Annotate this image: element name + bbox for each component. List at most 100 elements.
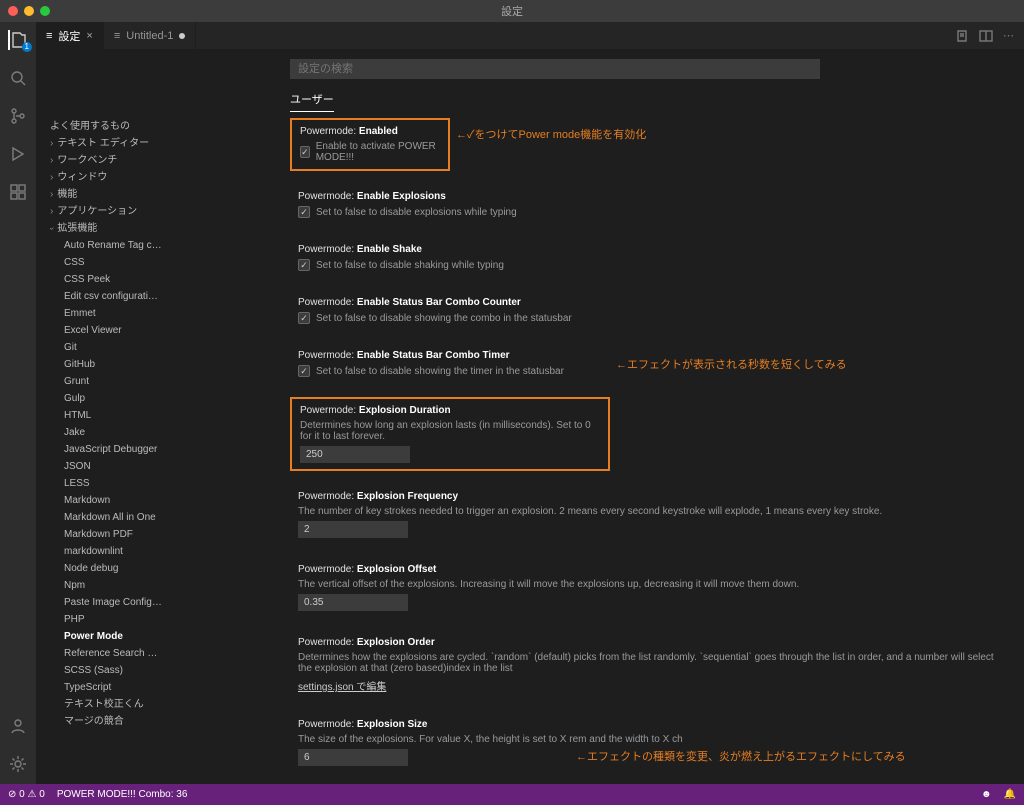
feedback-icon[interactable]: ☻: [981, 789, 992, 800]
tree-item[interactable]: TypeScript: [50, 679, 276, 696]
annotation-enabled: ←✓をつけてPower mode機能を有効化: [456, 126, 646, 142]
tree-item[interactable]: Paste Image Config…: [50, 594, 276, 611]
setting-explosion-offset: Powermode: Explosion Offset The vertical…: [290, 558, 1010, 617]
explosion-frequency-input[interactable]: [298, 521, 408, 538]
minimize-window-button[interactable]: [24, 6, 34, 16]
status-powermode-combo[interactable]: POWER MODE!!! Combo: 36: [57, 789, 188, 800]
tree-item[interactable]: Edit csv configurati…: [50, 288, 276, 305]
tree-item[interactable]: マージの競合: [50, 713, 276, 730]
setting-desc: The number of key strokes needed to trig…: [298, 506, 1002, 517]
tree-item[interactable]: ワークベンチ: [50, 152, 276, 169]
tree-item[interactable]: Jake: [50, 424, 276, 441]
setting-check-label: Set to false to disable showing the comb…: [316, 313, 572, 324]
setting-prefix: Powermode:: [298, 719, 354, 730]
tab-label: Untitled-1: [126, 30, 173, 42]
tree-item[interactable]: Markdown: [50, 492, 276, 509]
setting-prefix: Powermode:: [298, 350, 354, 361]
tree-item[interactable]: HTML: [50, 407, 276, 424]
tree-item[interactable]: markdownlint: [50, 543, 276, 560]
setting-prefix: Powermode:: [298, 637, 354, 648]
status-problems[interactable]: ⊘ 0 ⚠ 0: [8, 789, 45, 800]
tree-item[interactable]: Node debug: [50, 560, 276, 577]
tree-item[interactable]: JSON: [50, 458, 276, 475]
gear-icon[interactable]: [8, 754, 28, 774]
setting-desc: Determines how long an explosion lasts (…: [300, 420, 600, 442]
tree-item[interactable]: テキスト エディター: [50, 135, 276, 152]
setting-name: Enable Status Bar Combo Timer: [357, 350, 510, 361]
dirty-indicator-icon: [179, 33, 185, 39]
open-settings-json-icon[interactable]: [955, 29, 969, 43]
tree-item[interactable]: Grunt: [50, 373, 276, 390]
tree-item[interactable]: Emmet: [50, 305, 276, 322]
checkbox[interactable]: [298, 312, 310, 324]
tree-item[interactable]: Power Mode: [50, 628, 276, 645]
explorer-icon[interactable]: [8, 30, 28, 50]
tree-item[interactable]: よく使用するもの: [50, 118, 276, 135]
settings-search-row: [50, 59, 1010, 79]
tree-item[interactable]: Git: [50, 339, 276, 356]
setting-prefix: Powermode:: [298, 564, 354, 575]
annotation-duration: ←エフェクトが表示される秒数を短くしてみる: [616, 356, 847, 372]
tree-item[interactable]: JavaScript Debugger: [50, 441, 276, 458]
explosion-duration-input[interactable]: [300, 446, 410, 463]
tree-item[interactable]: ウィンドウ: [50, 169, 276, 186]
setting-desc: The vertical offset of the explosions. I…: [298, 579, 1002, 590]
extensions-icon[interactable]: [8, 182, 28, 202]
tree-item[interactable]: Markdown PDF: [50, 526, 276, 543]
tree-item[interactable]: Reference Search …: [50, 645, 276, 662]
close-window-button[interactable]: [8, 6, 18, 16]
settings-editor: ユーザー よく使用するものテキスト エディターワークベンチウィンドウ機能アプリケ…: [36, 49, 1024, 784]
tab-settings[interactable]: ≡ 設定 ×: [36, 22, 104, 49]
account-icon[interactable]: [8, 716, 28, 736]
tree-item[interactable]: CSS: [50, 254, 276, 271]
setting-prefix: Powermode:: [300, 405, 356, 416]
tree-item[interactable]: LESS: [50, 475, 276, 492]
setting-check-label: Set to false to disable explosions while…: [316, 207, 517, 218]
tree-item[interactable]: Gulp: [50, 390, 276, 407]
close-icon[interactable]: ×: [86, 30, 92, 42]
run-icon[interactable]: [8, 144, 28, 164]
notifications-icon[interactable]: 🔔: [1004, 789, 1016, 800]
source-control-icon[interactable]: [8, 106, 28, 126]
tab-untitled[interactable]: ≡ Untitled-1: [104, 22, 197, 49]
setting-check-label: Set to false to disable showing the time…: [316, 366, 564, 377]
tab-label: 設定: [58, 28, 80, 44]
tree-item[interactable]: 機能: [50, 186, 276, 203]
setting-prefix: Powermode:: [298, 297, 354, 308]
more-icon[interactable]: ⋯: [1003, 29, 1014, 42]
tree-item[interactable]: 拡張機能: [50, 220, 276, 237]
setting-name: Explosion Order: [357, 637, 435, 648]
tree-item[interactable]: テキスト校正くん: [50, 696, 276, 713]
setting-check-label: Set to false to disable shaking while ty…: [316, 260, 504, 271]
checkbox[interactable]: [298, 365, 310, 377]
edit-in-settings-json-link[interactable]: settings.json で編集: [298, 682, 386, 693]
setting-explosion-frequency: Powermode: Explosion Frequency The numbe…: [290, 485, 1010, 544]
setting-prefix: Powermode:: [300, 126, 356, 137]
checkbox[interactable]: [298, 206, 310, 218]
tab-user[interactable]: ユーザー: [290, 87, 334, 112]
tree-item[interactable]: Markdown All in One: [50, 509, 276, 526]
tree-item[interactable]: CSS Peek: [50, 271, 276, 288]
tree-item[interactable]: Excel Viewer: [50, 322, 276, 339]
zoom-window-button[interactable]: [40, 6, 50, 16]
tree-item[interactable]: GitHub: [50, 356, 276, 373]
tree-item[interactable]: SCSS (Sass): [50, 662, 276, 679]
setting-name: Explosion Duration: [359, 405, 451, 416]
tree-item[interactable]: Npm: [50, 577, 276, 594]
search-icon[interactable]: [8, 68, 28, 88]
tree-item[interactable]: Auto Rename Tag c…: [50, 237, 276, 254]
explosion-size-input[interactable]: [298, 749, 408, 766]
split-editor-icon[interactable]: [979, 29, 993, 43]
settings-search-input[interactable]: [290, 59, 820, 79]
tree-item[interactable]: アプリケーション: [50, 203, 276, 220]
settings-scope-tabs: ユーザー: [290, 87, 1024, 112]
setting-check-label: Enable to activate POWER MODE!!!: [316, 141, 440, 163]
gear-icon: ≡: [46, 30, 52, 42]
explosion-offset-input[interactable]: [298, 594, 408, 611]
tree-item[interactable]: PHP: [50, 611, 276, 628]
setting-prefix: Powermode:: [298, 244, 354, 255]
status-bar: ⊘ 0 ⚠ 0 POWER MODE!!! Combo: 36 ☻ 🔔: [0, 784, 1024, 805]
checkbox[interactable]: [298, 259, 310, 271]
setting-explosion-duration: Powermode: Explosion Duration Determines…: [290, 397, 610, 471]
checkbox[interactable]: [300, 146, 310, 158]
